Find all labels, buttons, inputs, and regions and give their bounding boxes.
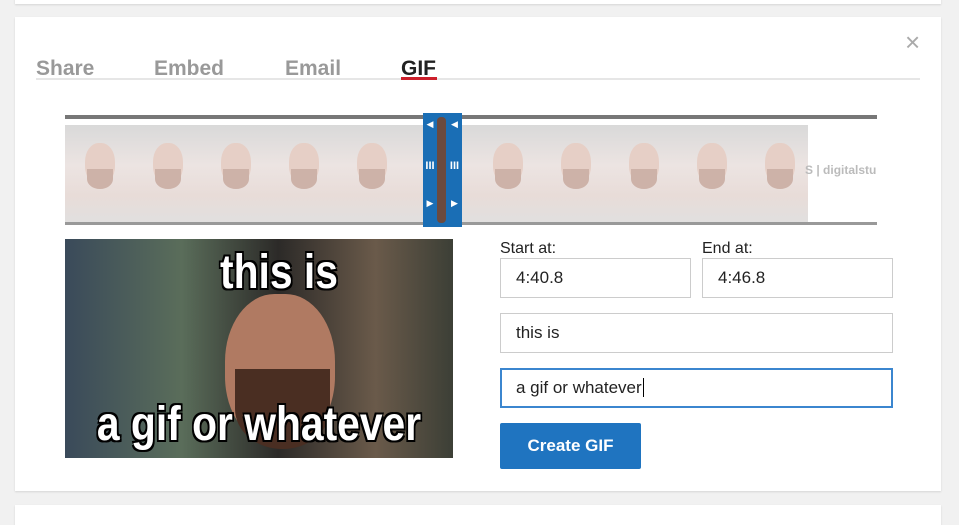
previous-card [15,0,941,4]
filmstrip-frame [745,125,813,222]
end-label: End at: [702,240,753,257]
tab-divider [36,78,920,80]
filmstrip-frame [609,125,677,222]
filmstrip-frame [337,125,405,222]
filmstrip-end-text: S | digitalstu [805,163,877,177]
filmstrip-frame [201,125,269,222]
arrow-right-icon: ▶ [451,198,458,208]
end-handle[interactable]: ◀ III ▶ [447,113,462,227]
gif-range-selector[interactable]: ◀ III ▶ ◀ III ▶ [423,113,462,227]
filmstrip-frame [133,125,201,222]
selected-frame [437,117,446,223]
filmstrip-frame [473,125,541,222]
preview-top-text: this is [220,246,338,299]
active-tab-underline [401,77,437,80]
start-time-input[interactable]: 4:40.8 [500,258,691,298]
preview-bottom-text: a gif or whatever [96,398,422,451]
gif-preview: this is a gif or whatever [65,239,453,458]
filmstrip-frame [541,125,609,222]
bottom-text-value: a gif or whatever [516,378,642,397]
start-label: Start at: [500,240,557,257]
arrow-left-icon: ◀ [451,119,458,129]
arrow-right-icon: ▶ [426,198,434,208]
text-cursor [642,378,644,397]
start-handle[interactable]: ◀ III ▶ [423,113,437,227]
create-gif-button[interactable]: Create GIF [500,423,641,469]
bottom-text-input[interactable]: a gif or whatever [500,368,893,408]
filmstrip-frame [65,125,133,222]
next-card [15,505,941,525]
close-icon[interactable]: × [905,27,920,58]
top-text-input[interactable]: this is [500,313,893,353]
grip-icon: III [449,160,460,172]
filmstrip-frame [677,125,745,222]
filmstrip[interactable]: S | digitalstu [65,115,877,225]
filmstrip-frame [269,125,337,222]
grip-icon: III [425,160,435,172]
arrow-left-icon: ◀ [426,119,434,129]
end-time-input[interactable]: 4:46.8 [702,258,893,298]
